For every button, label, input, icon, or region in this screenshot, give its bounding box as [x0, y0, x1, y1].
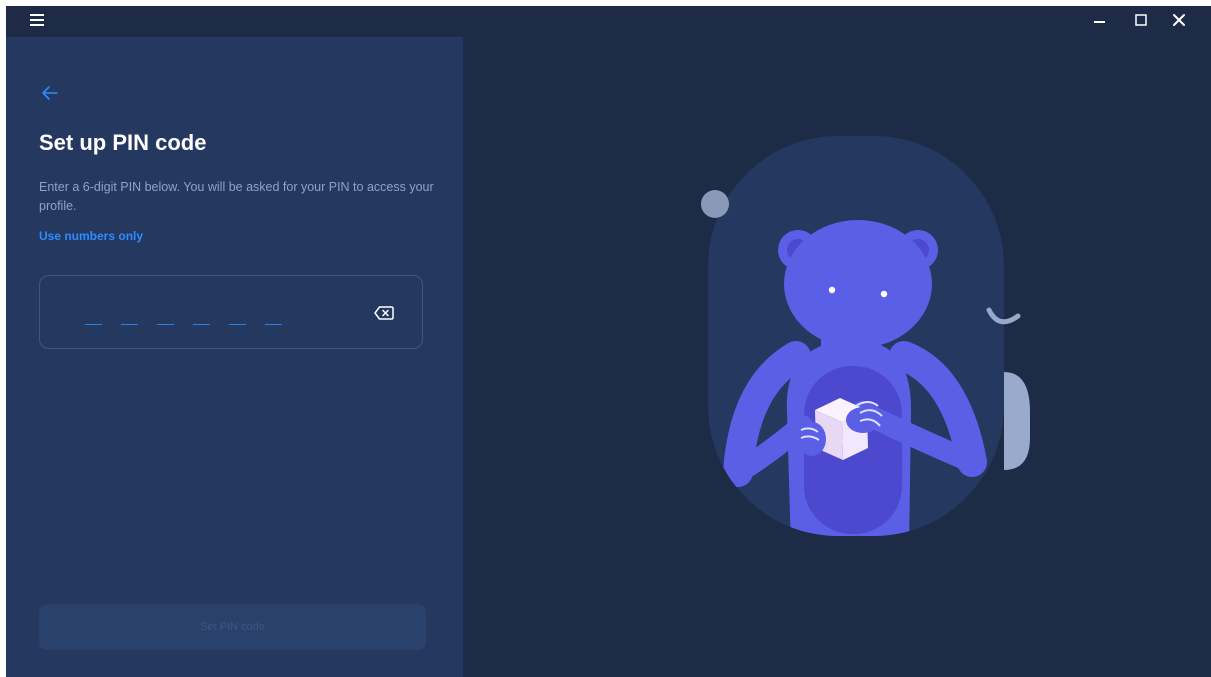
decorative-shape [1004, 372, 1030, 470]
pin-digit-slot [193, 324, 210, 325]
pin-digit-slot [229, 324, 246, 325]
character-illustration [701, 136, 1030, 536]
hamburger-menu-icon[interactable] [28, 11, 46, 29]
close-icon[interactable] [1166, 10, 1192, 32]
pin-digit-slot [157, 324, 174, 325]
decorative-dot [701, 190, 729, 218]
backspace-icon[interactable] [373, 305, 395, 321]
pin-digit-slot [121, 324, 138, 325]
app-window: Set up PIN code Enter a 6-digit PIN belo… [6, 6, 1211, 677]
title-bar [6, 6, 1211, 37]
minimize-icon[interactable] [1087, 10, 1113, 32]
character-head [784, 220, 932, 348]
set-pin-code-button[interactable]: Set PIN code [39, 604, 426, 650]
arrow-left-icon[interactable] [39, 82, 61, 104]
pin-setup-panel: Set up PIN code Enter a 6-digit PIN belo… [6, 37, 463, 677]
numbers-only-hint: Use numbers only [39, 229, 144, 243]
pin-digit-slot [85, 324, 102, 325]
pin-description: Enter a 6-digit PIN below. You will be a… [39, 180, 434, 213]
page-title: Set up PIN code [39, 130, 207, 155]
maximize-icon[interactable] [1128, 10, 1154, 32]
pin-digit-slot [265, 324, 282, 325]
pin-input[interactable] [39, 275, 423, 349]
